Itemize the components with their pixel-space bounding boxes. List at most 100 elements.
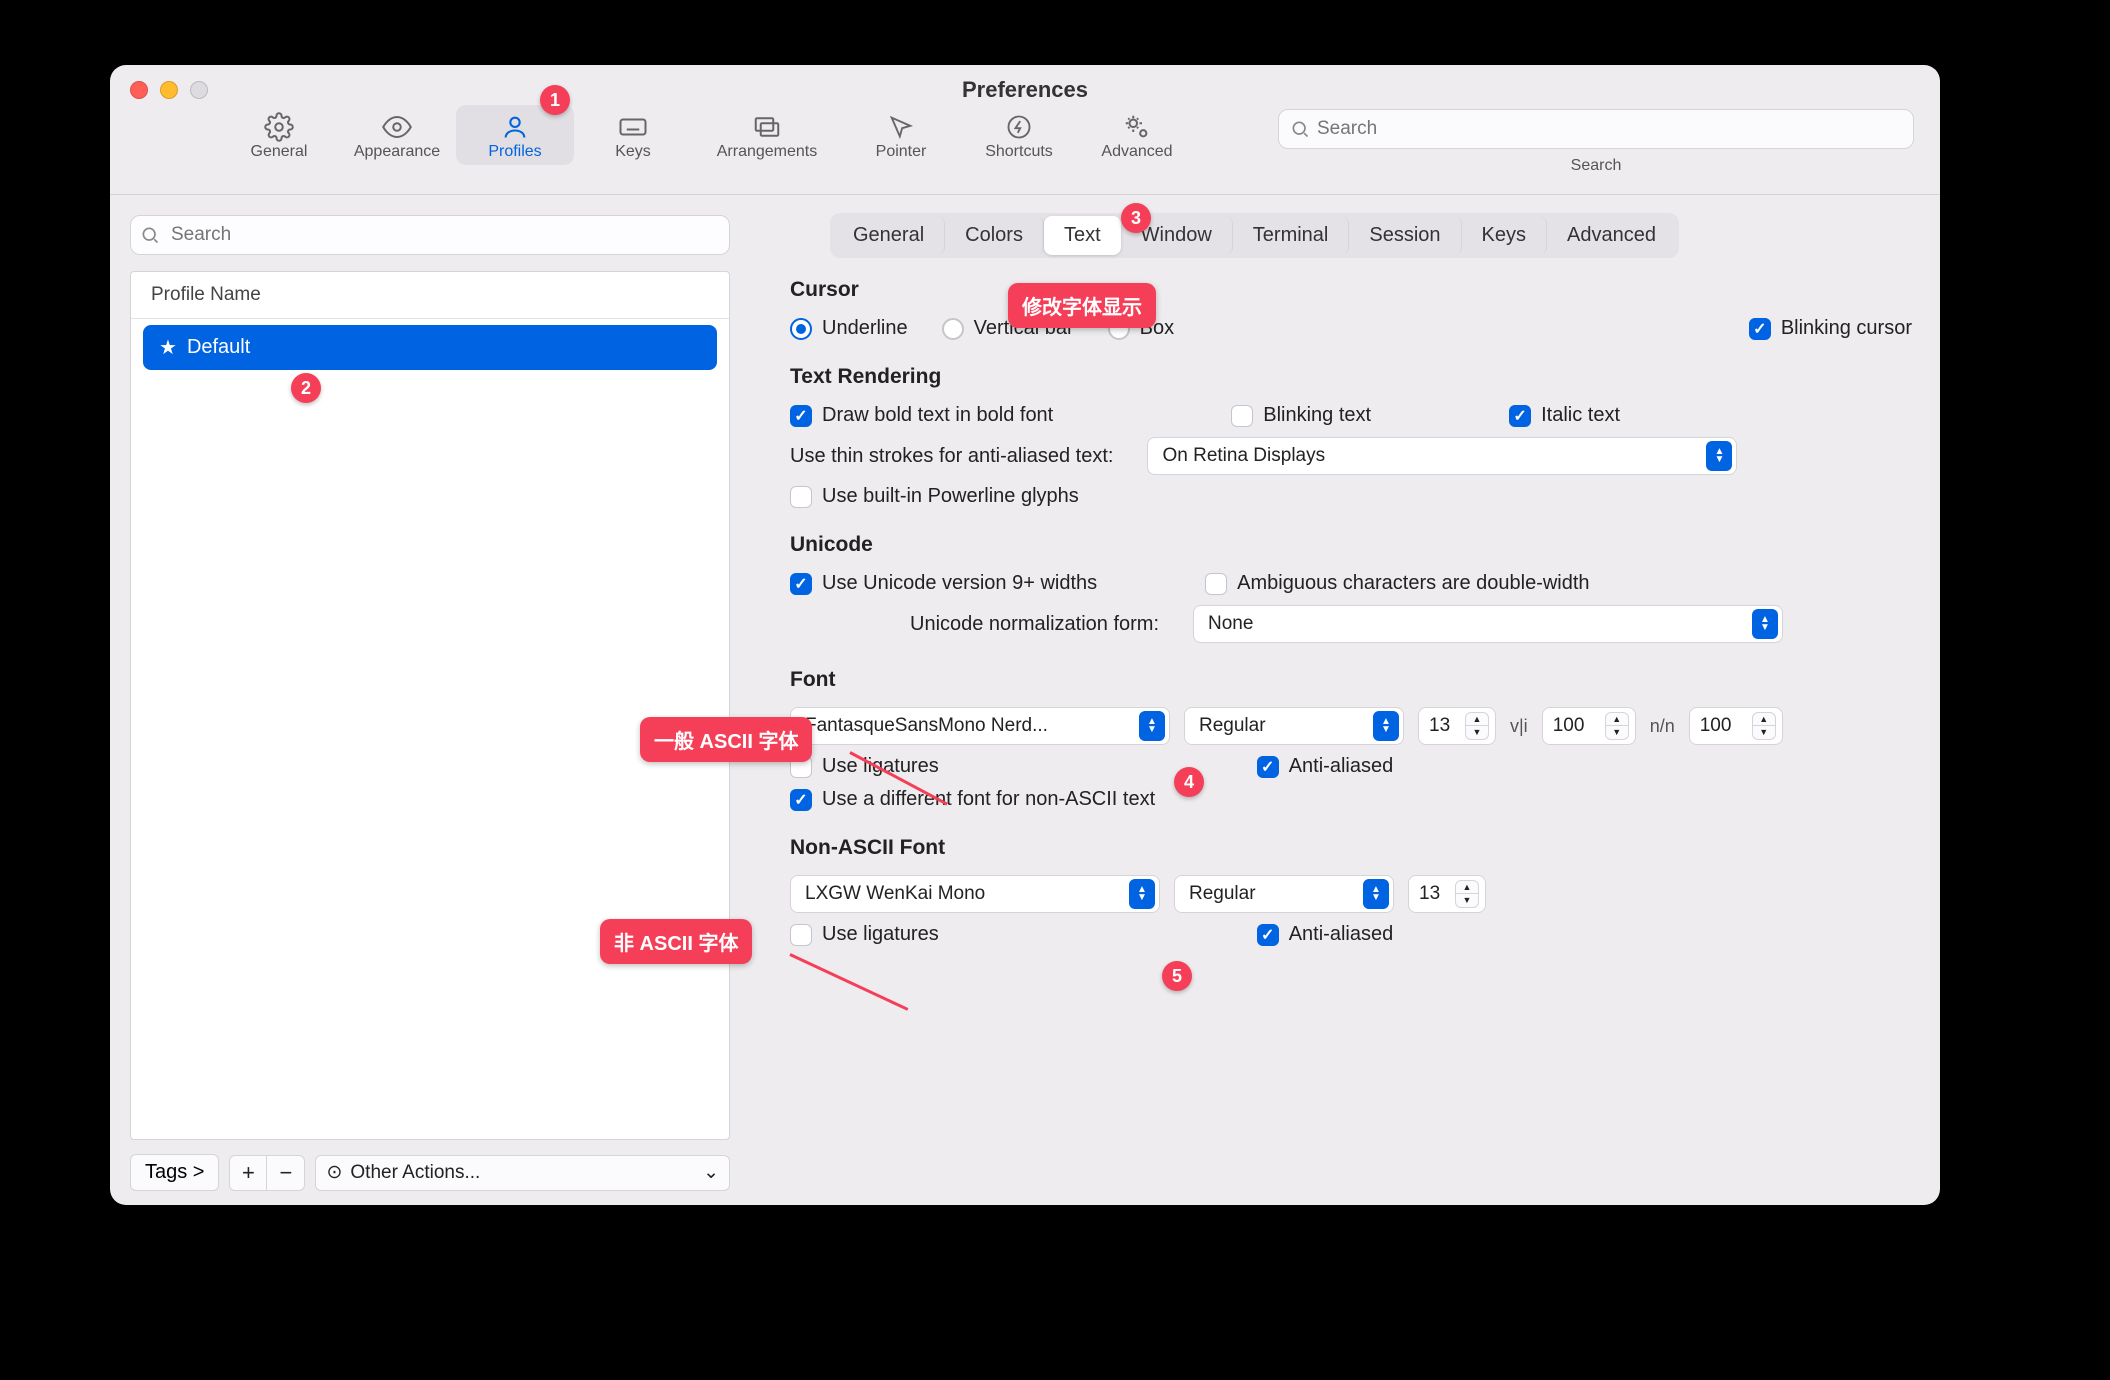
toolbar-general[interactable]: General [220,105,338,165]
tab-session[interactable]: Session [1349,216,1461,255]
select-arrow-icon [1706,441,1732,471]
toolbar-appearance[interactable]: Appearance [338,105,456,165]
window-title: Preferences [110,77,1940,103]
windows-icon [692,111,842,143]
toolbar-search-label: Search [1278,157,1914,175]
toolbar-keys[interactable]: Keys [574,105,692,165]
bolt-icon [960,111,1078,143]
gear-icon [220,111,338,143]
section-non-ascii-font: Non-ASCII Font LXGW WenKai Mono Regular … [790,836,1912,951]
tab-general[interactable]: General [833,216,945,255]
user-icon [456,111,574,143]
unicode-heading: Unicode [790,533,1912,557]
na-font-name-select[interactable]: LXGW WenKai Mono [790,875,1160,913]
normalization-label: Unicode normalization form: [910,613,1159,636]
section-text-rendering: Text Rendering Draw bold text in bold fo… [790,365,1912,513]
select-arrow-icon [1752,609,1778,639]
cursor-heading: Cursor [790,278,1912,302]
profile-tabbar: General Colors Text Window Terminal Sess… [830,213,1679,258]
body: Profile Name ★ Default Tags > + − ⊙ Othe… [110,195,1940,1205]
annotation-badge-4: 4 [1174,767,1204,797]
select-arrow-icon [1139,711,1165,741]
toolbar-pointer[interactable]: Pointer [842,105,960,165]
check-bold-font[interactable]: Draw bold text in bold font [790,404,1053,427]
font-weight-select[interactable]: Regular [1184,707,1404,745]
sidebar: Profile Name ★ Default Tags > + − ⊙ Othe… [110,195,750,1205]
stepper[interactable]: ▲▼ [1752,712,1776,740]
tab-terminal[interactable]: Terminal [1233,216,1350,255]
add-profile-button[interactable]: + [229,1155,267,1191]
vspacing-icon: n/n [1650,716,1675,737]
toolbar-shortcuts[interactable]: Shortcuts [960,105,1078,165]
font-hspacing-field[interactable]: 100 ▲▼ [1542,707,1636,745]
hspacing-icon: v|i [1510,716,1528,737]
na-font-weight-select[interactable]: Regular [1174,875,1394,913]
check-italic-text[interactable]: Italic text [1509,404,1620,427]
annotation-badge-3: 3 [1121,203,1151,233]
add-remove-group: + − [229,1155,305,1191]
annotation-non-ascii-font: 非 ASCII 字体 [600,919,752,964]
profile-row-default[interactable]: ★ Default [143,325,717,370]
text-rendering-heading: Text Rendering [790,365,1912,389]
section-font: Font FantasqueSansMono Nerd... Regular 1… [790,668,1912,816]
font-vspacing-field[interactable]: 100 ▲▼ [1689,707,1783,745]
check-na-antialiased[interactable]: Anti-aliased [1257,923,1394,946]
ellipsis-icon: ⊙ [326,1161,342,1184]
other-actions-dropdown[interactable]: ⊙ Other Actions... ⌄ [315,1155,730,1191]
check-blinking-text[interactable]: Blinking text [1231,404,1371,427]
section-unicode: Unicode Use Unicode version 9+ widths Am… [790,533,1912,648]
search-icon [1290,119,1310,142]
check-na-ligatures[interactable]: Use ligatures [790,923,939,946]
toolbar-arrangements[interactable]: Arrangements [692,105,842,165]
profile-search [130,215,730,255]
other-actions-label: Other Actions... [350,1162,480,1184]
profile-search-input[interactable] [130,215,730,255]
star-icon: ★ [159,335,177,360]
main-panel: General Colors Text Window Terminal Sess… [750,195,1940,1205]
stepper[interactable]: ▲▼ [1605,712,1629,740]
select-arrow-icon [1363,879,1389,909]
select-arrow-icon [1129,879,1155,909]
profile-list: Profile Name ★ Default [130,271,730,1140]
eye-icon [338,111,456,143]
annotation-badge-2: 2 [291,373,321,403]
remove-profile-button[interactable]: − [267,1155,305,1191]
annotation-badge-1: 1 [540,85,570,115]
toolbar-search: Search [1278,109,1914,149]
annotation-text-tab: 修改字体显示 [1008,283,1156,328]
toolbar-search-input[interactable] [1278,109,1914,149]
keyboard-icon [574,111,692,143]
tab-text[interactable]: Text [1044,216,1121,255]
search-icon [140,225,160,248]
annotation-badge-5: 5 [1162,961,1192,991]
toolbar: General Appearance Profiles Keys [220,105,1196,165]
thin-strokes-select[interactable]: On Retina Displays [1147,437,1737,475]
titlebar: Preferences General Appearance Profiles [110,65,1940,195]
font-name-select[interactable]: FantasqueSansMono Nerd... [790,707,1170,745]
radio-underline[interactable]: Underline [790,317,908,340]
check-blinking-cursor[interactable]: Blinking cursor [1749,317,1912,340]
select-arrow-icon [1373,711,1399,741]
check-non-ascii-font[interactable]: Use a different font for non-ASCII text [790,788,1155,811]
font-size-field[interactable]: 13 ▲▼ [1418,707,1496,745]
check-ambiguous[interactable]: Ambiguous characters are double-width [1205,572,1589,595]
tab-advanced[interactable]: Advanced [1547,216,1676,255]
stepper[interactable]: ▲▼ [1455,880,1479,908]
gears-icon [1078,111,1196,143]
tags-button[interactable]: Tags > [130,1154,219,1191]
check-antialiased[interactable]: Anti-aliased [1257,755,1394,778]
toolbar-advanced[interactable]: Advanced [1078,105,1196,165]
na-font-size-field[interactable]: 13 ▲▼ [1408,875,1486,913]
cursor-icon [842,111,960,143]
check-powerline[interactable]: Use built-in Powerline glyphs [790,485,1079,508]
section-cursor: Cursor Underline Vertical bar Box Blinki… [790,278,1912,345]
sidebar-footer: Tags > + − ⊙ Other Actions... ⌄ [130,1140,730,1191]
check-unicode-v9[interactable]: Use Unicode version 9+ widths [790,572,1097,595]
stepper[interactable]: ▲▼ [1465,712,1489,740]
profile-name: Default [187,336,250,359]
tab-colors[interactable]: Colors [945,216,1044,255]
font-heading: Font [790,668,1912,692]
tab-keys[interactable]: Keys [1462,216,1547,255]
profile-list-header[interactable]: Profile Name [131,272,729,319]
normalization-select[interactable]: None [1193,605,1783,643]
